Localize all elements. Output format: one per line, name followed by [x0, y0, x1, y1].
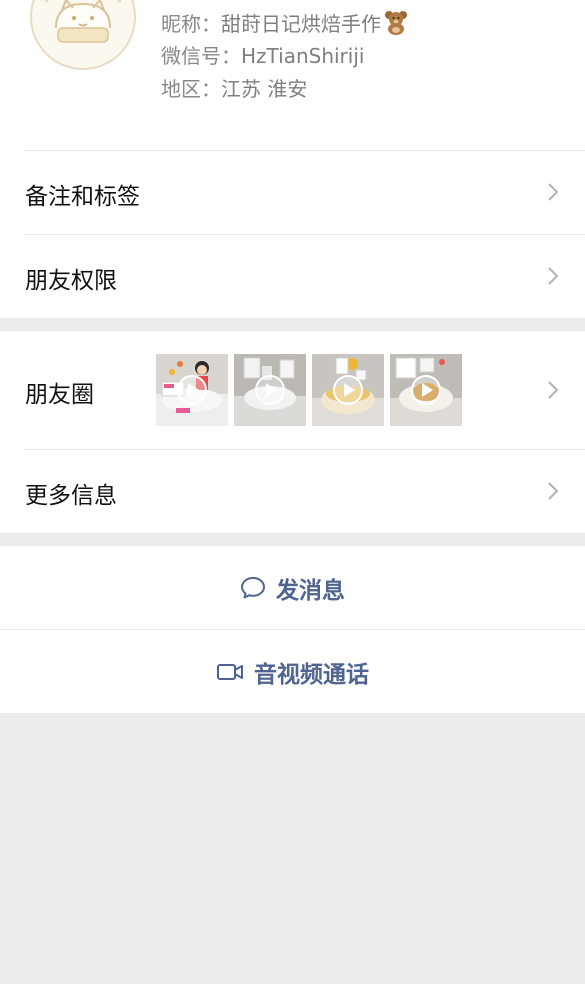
chat-bubble-icon [241, 576, 265, 598]
nickname-label: 昵称： [161, 12, 221, 36]
chevron-right-icon [548, 183, 559, 201]
moments-row[interactable]: 朋友圈 [0, 331, 585, 449]
moments-label: 朋友圈 [25, 382, 94, 408]
friend-permissions-label: 朋友权限 [25, 268, 117, 294]
remark-tags-row[interactable]: 备注和标签 [0, 150, 585, 234]
region-value: 江苏 淮安 [221, 77, 308, 101]
nickname-line: 昵称：甜莳日记烘焙手作 [161, 9, 409, 37]
cake-photo-icon [390, 354, 462, 426]
remark-tags-label: 备注和标签 [25, 184, 140, 210]
video-call-content: 音视频通话 [0, 630, 585, 713]
chevron-right-icon [548, 381, 559, 399]
contact-profile-page: 昵称：甜莳日记烘焙手作 微信号：HzTianShiriji 地区：江苏 淮安 备… [0, 0, 585, 984]
region-line: 地区：江苏 淮安 [161, 76, 307, 102]
chevron-right-icon [548, 482, 559, 500]
moments-thumbnails [156, 354, 466, 426]
moments-thumbnail[interactable] [156, 354, 228, 426]
video-call-button[interactable]: 音视频通话 [0, 630, 585, 713]
wechat-id-line: 微信号：HzTianShiriji [161, 43, 364, 69]
actions-card: 发消息 音视频通话 [0, 546, 585, 713]
moments-card: 朋友圈 更多信息 [0, 331, 585, 533]
wechat-id-value: HzTianShiriji [241, 44, 365, 68]
cat-logo-icon [33, 0, 133, 67]
profile-header: 昵称：甜莳日记烘焙手作 微信号：HzTianShiriji 地区：江苏 淮安 [0, 0, 585, 150]
moments-thumbnail[interactable] [312, 354, 384, 426]
friend-permissions-row[interactable]: 朋友权限 [0, 234, 585, 318]
avatar[interactable] [30, 0, 136, 70]
cake-photo-icon [156, 354, 228, 426]
more-info-row[interactable]: 更多信息 [0, 449, 585, 533]
settings-card: 备注和标签 朋友权限 [0, 150, 585, 318]
cake-photo-icon [312, 354, 384, 426]
more-info-label: 更多信息 [25, 483, 117, 509]
video-call-label: 音视频通话 [254, 661, 369, 688]
moments-thumbnail[interactable] [390, 354, 462, 426]
send-message-label: 发消息 [276, 577, 345, 604]
moments-thumbnail[interactable] [234, 354, 306, 426]
video-camera-icon [217, 663, 243, 680]
wechat-id-label: 微信号： [161, 44, 241, 68]
send-message-button[interactable]: 发消息 [0, 546, 585, 629]
cake-photo-icon [234, 354, 306, 426]
teddy-bear-icon [385, 11, 407, 35]
send-message-content: 发消息 [0, 546, 585, 629]
chevron-right-icon [548, 267, 559, 285]
nickname-value: 甜莳日记烘焙手作 [221, 12, 381, 36]
region-label: 地区： [161, 77, 221, 101]
